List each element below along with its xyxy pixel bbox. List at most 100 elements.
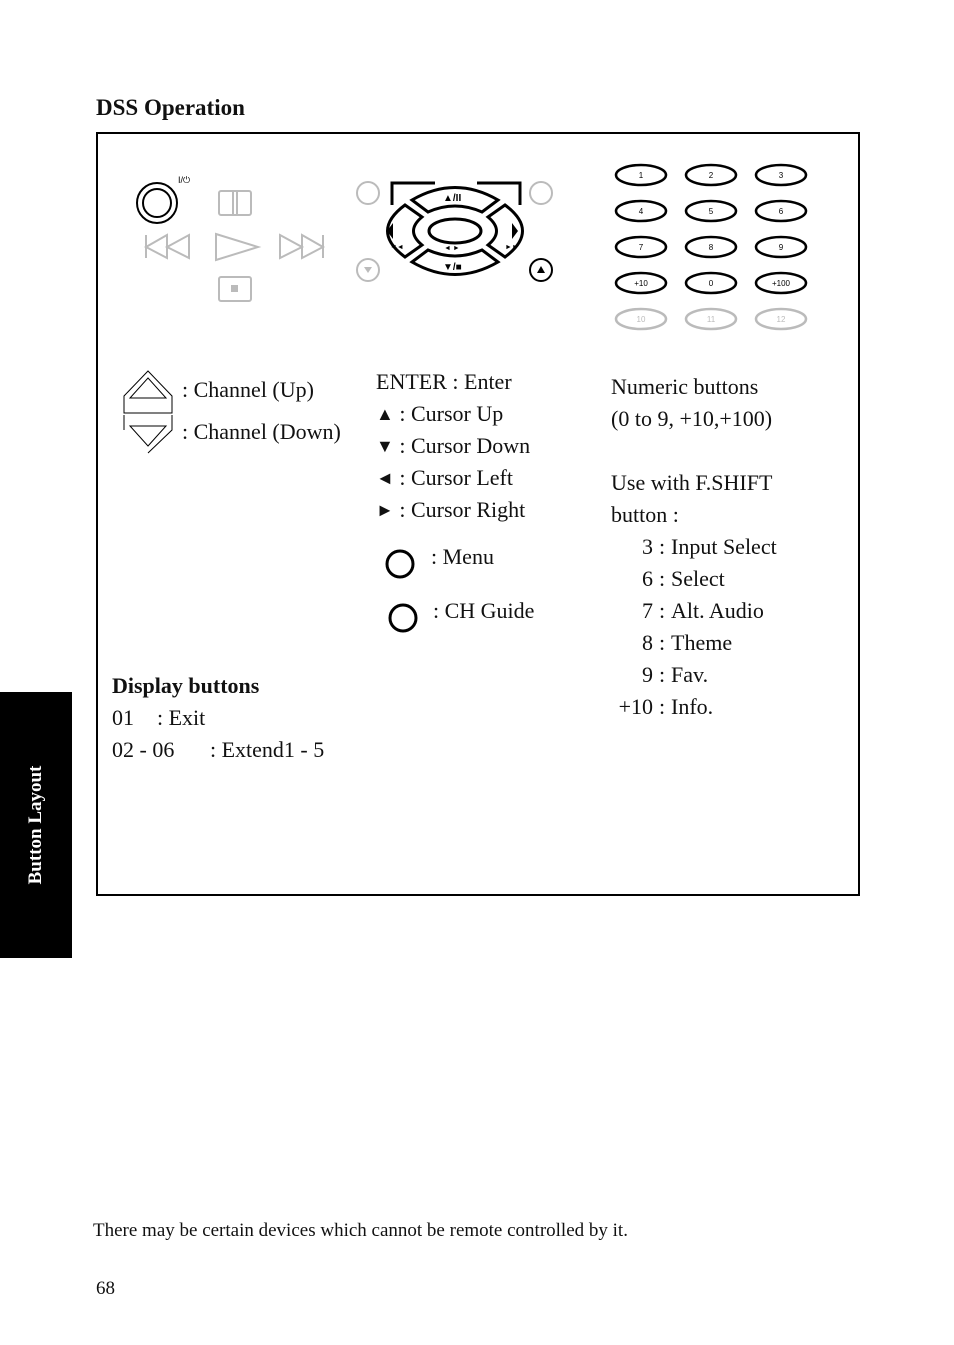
footnote: There may be certain devices which canno… xyxy=(93,1220,628,1241)
svg-text:◄◄: ◄◄ xyxy=(390,244,404,251)
menu-label: : Menu xyxy=(431,544,494,569)
shift-info-line1: Use with F.SHIFT xyxy=(611,470,773,495)
numeric-key-label: 1 xyxy=(639,171,644,180)
legend-left: ◄ : Cursor Left xyxy=(376,465,513,490)
display-item: 01: Exit xyxy=(112,705,206,730)
numeric-key-4: 4 xyxy=(614,199,668,223)
svg-text:►►: ►► xyxy=(505,244,519,251)
cursor-left-button: ◄◄ xyxy=(386,203,425,259)
separator: : xyxy=(658,566,666,591)
menu-button-icon xyxy=(356,181,380,205)
channel-up-icon xyxy=(529,258,553,282)
side-tab: Button Layout xyxy=(0,692,72,958)
numeric-key-label: 10 xyxy=(637,315,646,324)
shift-function-list: 3: Input Select 6: Select 7: Alt. Audio 8: Them… xyxy=(611,531,777,723)
numeric-keypad: 1 2 34 5 67 8 9+10 0 +10010 11 12 xyxy=(614,163,808,331)
numeric-key-12: 12 xyxy=(754,307,808,331)
side-tab-label: Button Layout xyxy=(25,765,46,885)
numeric-key-label: 8 xyxy=(709,243,714,252)
channel-down-icon xyxy=(356,258,380,282)
power-label: I/⏻ xyxy=(178,175,190,185)
page-number: 68 xyxy=(96,1278,115,1299)
transport-diagram: I/⏻ xyxy=(136,175,326,302)
numeric-key-11: 11 xyxy=(684,307,738,331)
numeric-key-3: 3 xyxy=(754,163,808,187)
shift-key: 7 xyxy=(642,598,653,623)
channel-up-label: : Channel (Up) xyxy=(182,377,314,402)
pause-icon xyxy=(218,190,252,216)
numeric-key-label: 7 xyxy=(639,243,644,252)
ch-guide-label: : CH Guide xyxy=(433,598,535,623)
shift-function-item: 8: Theme xyxy=(611,627,777,659)
shift-key: 9 xyxy=(642,662,653,687)
display-buttons-title: Display buttons xyxy=(112,673,260,698)
shift-key: 3 xyxy=(642,534,653,559)
separator: : xyxy=(658,598,666,623)
numeric-key-label: 6 xyxy=(779,207,784,216)
svg-text:▲/II: ▲/II xyxy=(443,193,461,204)
numeric-key-6: 6 xyxy=(754,199,808,223)
numeric-key-label: +100 xyxy=(772,279,791,288)
numeric-info-line1: Numeric buttons xyxy=(611,374,759,399)
enter-button xyxy=(427,217,483,245)
numeric-key-8: 8 xyxy=(684,235,738,259)
svg-text:◄ ►: ◄ ► xyxy=(444,245,460,252)
shift-function-label: Fav. xyxy=(671,662,709,687)
legend-enter: ENTER : Enter xyxy=(376,369,512,394)
section-title: DSS Operation xyxy=(96,95,245,120)
shift-info-line2: button : xyxy=(611,502,679,527)
legend-down: ▼ : Cursor Down xyxy=(376,433,531,458)
legend-right: ► : Cursor Right xyxy=(376,497,526,522)
stop-icon xyxy=(218,276,252,302)
numeric-info-line2: (0 to 9, +10,+100) xyxy=(611,406,773,431)
separator: : xyxy=(658,662,666,687)
numeric-key-1: 1 xyxy=(614,163,668,187)
numeric-key-0: 0 xyxy=(684,271,738,295)
numeric-key-label: 2 xyxy=(709,171,714,180)
shift-function-item: 7: Alt. Audio xyxy=(611,595,777,627)
shift-key: 8 xyxy=(642,630,653,655)
shift-function-item: 3: Input Select xyxy=(611,531,777,563)
separator: : xyxy=(658,694,666,719)
shift-function-label: Select xyxy=(671,566,725,591)
numeric-key-5: 5 xyxy=(684,199,738,223)
menu-circle-icon xyxy=(385,549,415,579)
separator: : xyxy=(658,534,666,559)
shift-function-label: Alt. Audio xyxy=(671,598,764,623)
numeric-info: Numeric buttons (0 to 9, +10,+100) Use w… xyxy=(611,371,777,723)
separator: : xyxy=(658,630,666,655)
shift-function-label: Info. xyxy=(671,694,714,719)
numeric-key-label: 4 xyxy=(639,207,644,216)
numeric-key-label: +10 xyxy=(634,279,648,288)
rewind-icon xyxy=(143,233,190,260)
shift-function-item: +10: Info. xyxy=(611,691,777,723)
channel-down-label: : Channel (Down) xyxy=(182,419,341,444)
shift-function-label: Input Select xyxy=(671,534,777,559)
shift-function-item: 9: Fav. xyxy=(611,659,777,691)
display-item: 02 - 06: Extend1 - 5 xyxy=(112,737,325,762)
numeric-key-label: 0 xyxy=(709,279,714,288)
fast-forward-icon xyxy=(279,233,326,260)
numeric-key-+10: +10 xyxy=(614,271,668,295)
shift-key: +10 xyxy=(618,694,653,719)
channel-rocker-icon xyxy=(123,370,173,454)
svg-text:▼/■: ▼/■ xyxy=(443,262,462,273)
shift-function-item: 6: Select xyxy=(611,563,777,595)
shift-function-label: Theme xyxy=(671,630,733,655)
numeric-key-+100: +100 xyxy=(754,271,808,295)
numeric-key-2: 2 xyxy=(684,163,738,187)
power-button-icon xyxy=(136,182,178,224)
numeric-key-9: 9 xyxy=(754,235,808,259)
numeric-key-label: 5 xyxy=(709,207,714,216)
numeric-key-label: 11 xyxy=(707,315,716,324)
display-buttons: Display buttons 01: Exit 02 - 06: Extend… xyxy=(112,670,324,766)
guide-circle-icon xyxy=(388,603,418,633)
cursor-right-button: ►► xyxy=(485,203,524,259)
guide-button-icon xyxy=(529,181,553,205)
shift-key: 6 xyxy=(642,566,653,591)
cursor-pad-diagram: ▲/II ▼/■ ◄◄ ►► ◄ ► xyxy=(356,181,553,282)
numeric-key-10: 10 xyxy=(614,307,668,331)
cursor-up-button: ▲/II xyxy=(409,186,501,214)
numeric-key-7: 7 xyxy=(614,235,668,259)
play-icon xyxy=(215,232,262,262)
